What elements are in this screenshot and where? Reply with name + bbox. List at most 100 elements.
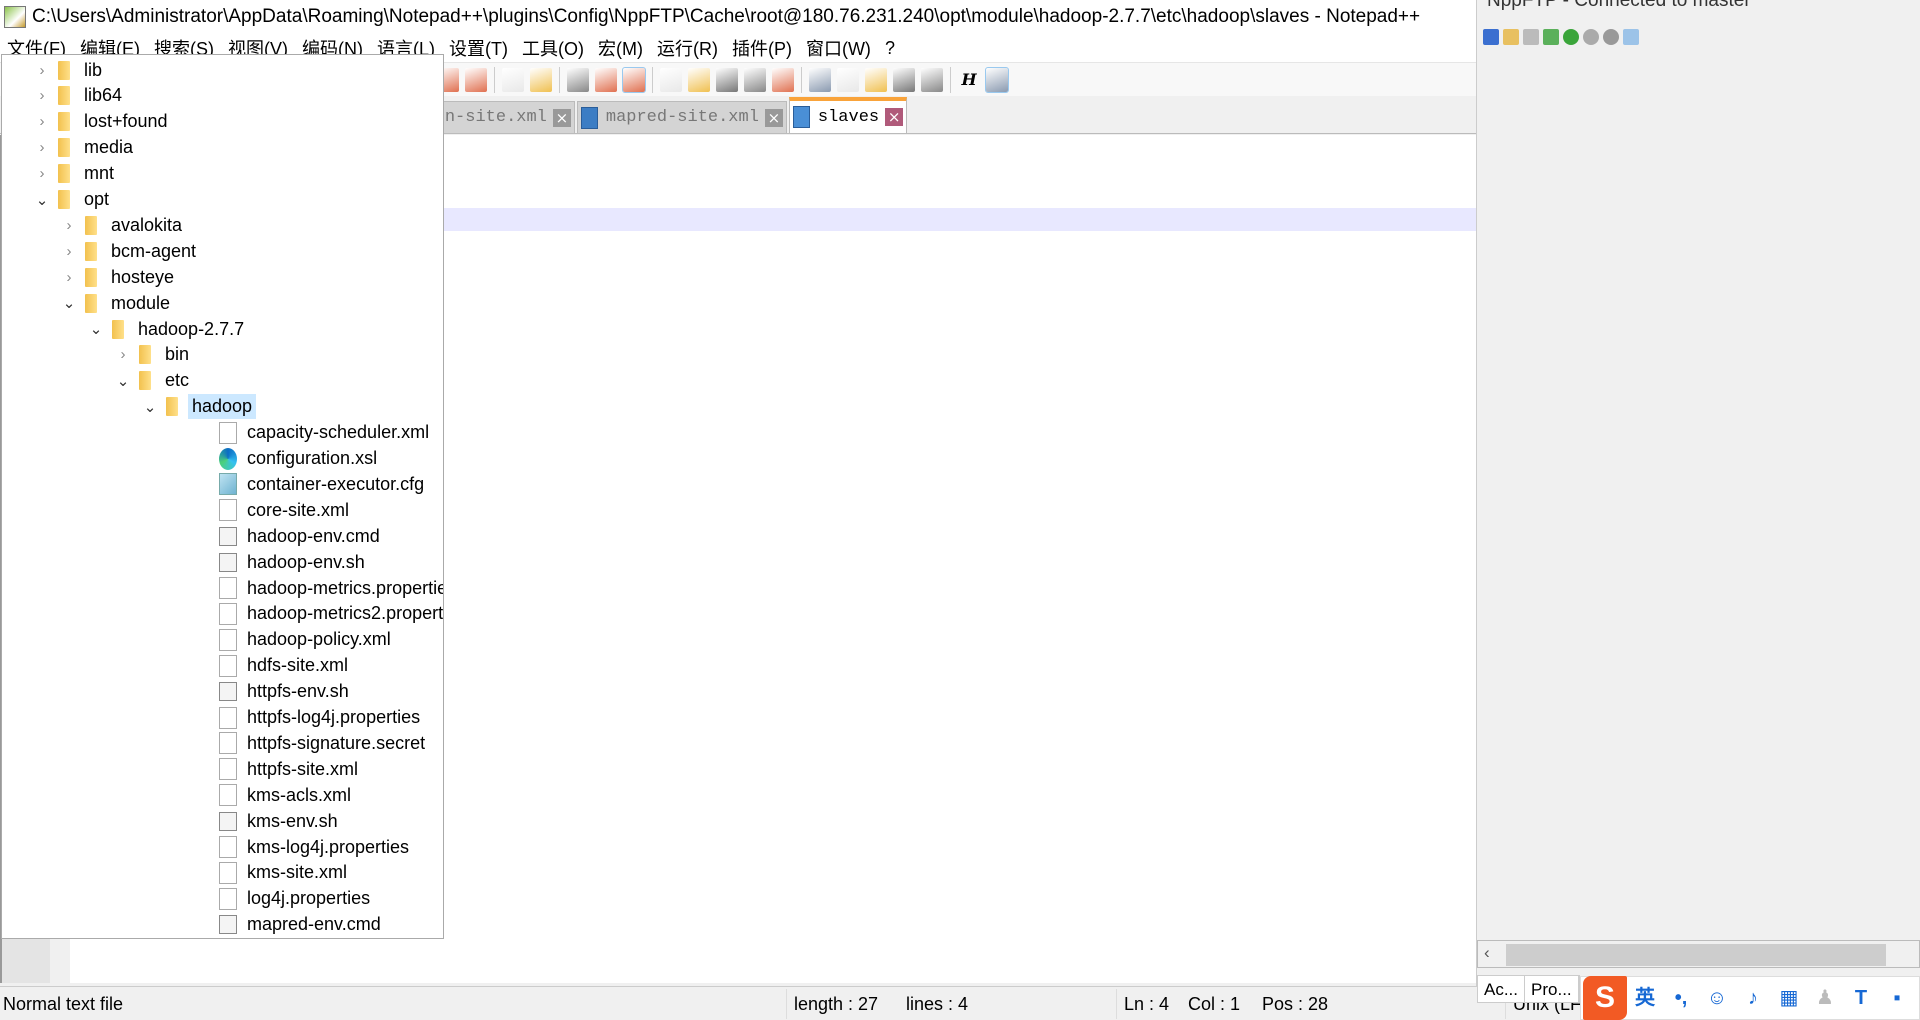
- run-macro-multiple-icon[interactable]: [893, 67, 915, 92]
- abort-icon[interactable]: [1583, 29, 1599, 45]
- tree-file[interactable]: httpfs-site.xml: [219, 756, 362, 782]
- tree-file[interactable]: hadoop-env.cmd: [219, 523, 384, 549]
- indent-guide-icon[interactable]: [622, 66, 646, 93]
- play-macro-icon[interactable]: [865, 67, 887, 92]
- tree-folder[interactable]: › mnt: [34, 161, 118, 187]
- chevron-down-icon[interactable]: ⌄: [34, 191, 50, 209]
- tree-folder[interactable]: › lost+found: [34, 109, 172, 135]
- scroll-left-icon[interactable]: ‹: [1484, 943, 1490, 963]
- chevron-right-icon[interactable]: ›: [34, 139, 50, 156]
- tree-file[interactable]: configuration.xsl: [219, 446, 381, 472]
- tree-file[interactable]: httpfs-signature.secret: [219, 730, 429, 756]
- refresh-icon[interactable]: [1563, 29, 1579, 45]
- menu-item[interactable]: 窗口(W): [799, 35, 878, 61]
- tree-folder[interactable]: › media: [34, 135, 137, 161]
- tree-file[interactable]: httpfs-log4j.properties: [219, 705, 424, 731]
- ime-language[interactable]: 英: [1634, 987, 1656, 1009]
- menu-item[interactable]: 工具(O): [515, 35, 591, 61]
- tab-slaves[interactable]: slaves ×: [788, 97, 908, 133]
- chevron-right-icon[interactable]: ›: [34, 113, 50, 130]
- toolbox-icon[interactable]: ▪: [1886, 987, 1908, 1009]
- folder-workspace-icon[interactable]: [716, 67, 738, 92]
- tree-folder[interactable]: ⌄ hadoop: [142, 394, 257, 420]
- tree-file[interactable]: httpfs-env.sh: [219, 679, 353, 705]
- tree-file[interactable]: hdfs-site.xml: [219, 653, 352, 679]
- menu-item[interactable]: 插件(P): [725, 35, 799, 61]
- user-icon[interactable]: ♟: [1814, 987, 1836, 1009]
- message-window-icon[interactable]: [1623, 29, 1639, 45]
- record-macro-icon[interactable]: [809, 67, 831, 92]
- tree-folder[interactable]: › lib: [34, 57, 106, 83]
- close-tab-icon[interactable]: ×: [764, 108, 783, 127]
- save-macro-icon[interactable]: [921, 67, 943, 92]
- tab-mapred-site-xml[interactable]: mapred-site.xml ×: [576, 101, 787, 133]
- chevron-right-icon[interactable]: ›: [61, 243, 77, 260]
- settings-icon[interactable]: [1603, 29, 1619, 45]
- skin-icon[interactable]: T: [1850, 987, 1872, 1009]
- tree-file[interactable]: capacity-scheduler.xml: [219, 420, 433, 446]
- ftp-file-tree[interactable]: › lib › lib64 › lost+found › media › mnt ⌄ opt › aval…: [1, 54, 444, 939]
- chevron-right-icon[interactable]: ›: [34, 87, 50, 104]
- chevron-right-icon[interactable]: ›: [61, 269, 77, 286]
- chevron-down-icon[interactable]: ⌄: [115, 372, 131, 390]
- menu-item[interactable]: 设置(T): [442, 35, 515, 61]
- tree-file[interactable]: hadoop-env.sh: [219, 549, 369, 575]
- chevron-down-icon[interactable]: ⌄: [142, 398, 158, 416]
- tree-file[interactable]: hadoop-metrics.properties: [219, 575, 443, 601]
- tree-file[interactable]: log4j.properties: [219, 886, 374, 912]
- menu-item[interactable]: 运行(R): [650, 35, 725, 61]
- open-directory-icon[interactable]: [1503, 29, 1519, 45]
- word-wrap-icon[interactable]: [567, 67, 589, 92]
- panel-tab-profiles[interactable]: Pro...: [1525, 976, 1579, 1002]
- function-list-icon[interactable]: [688, 67, 710, 92]
- chevron-down-icon[interactable]: ⌄: [61, 294, 77, 312]
- panel-tab-active[interactable]: Ac...: [1478, 976, 1526, 1002]
- chevron-right-icon[interactable]: ›: [115, 346, 131, 363]
- sync-horizontal-icon[interactable]: [530, 67, 552, 92]
- tree-folder[interactable]: ⌄ module: [61, 290, 174, 316]
- tree-file[interactable]: hadoop-policy.xml: [219, 627, 395, 653]
- tree-folder[interactable]: › bcm-agent: [61, 238, 200, 264]
- tree-file[interactable]: kms-site.xml: [219, 860, 351, 886]
- tree-folder[interactable]: › hosteye: [61, 264, 178, 290]
- h-icon[interactable]: H: [958, 68, 980, 92]
- document-map-icon[interactable]: [660, 67, 682, 92]
- stop-record-icon[interactable]: [837, 67, 859, 92]
- microphone-icon[interactable]: ♪: [1742, 987, 1764, 1009]
- show-all-chars-icon[interactable]: [595, 67, 617, 92]
- chevron-right-icon[interactable]: ›: [34, 165, 50, 182]
- chevron-down-icon[interactable]: ⌄: [88, 320, 104, 338]
- npp-ftp-icon[interactable]: [985, 66, 1009, 93]
- tree-horizontal-scrollbar[interactable]: ‹: [1477, 940, 1920, 968]
- tree-folder[interactable]: ⌄ opt: [34, 187, 113, 213]
- chevron-right-icon[interactable]: ›: [34, 62, 50, 79]
- keyboard-icon[interactable]: ▦: [1778, 987, 1800, 1009]
- tree-file[interactable]: hadoop-metrics2.properties: [219, 601, 443, 627]
- emoji-icon[interactable]: ☺: [1706, 987, 1728, 1009]
- menu-item[interactable]: ?: [878, 38, 902, 59]
- close-tab-icon[interactable]: ×: [885, 108, 904, 126]
- tree-folder[interactable]: ⌄ etc: [115, 368, 193, 394]
- chevron-right-icon[interactable]: ›: [61, 217, 77, 234]
- connect-icon[interactable]: [1483, 29, 1499, 45]
- tree-file[interactable]: kms-acls.xml: [219, 782, 355, 808]
- download-icon[interactable]: [1523, 29, 1539, 45]
- tree-file[interactable]: core-site.xml: [219, 497, 353, 523]
- sync-vertical-icon[interactable]: [502, 67, 524, 92]
- tree-file[interactable]: kms-log4j.properties: [219, 834, 413, 860]
- monitor-icon[interactable]: [744, 67, 766, 92]
- sogou-logo-icon[interactable]: S: [1583, 976, 1627, 1020]
- scrollbar-thumb[interactable]: [1506, 944, 1886, 966]
- eye-icon[interactable]: [772, 67, 794, 92]
- menu-item[interactable]: 宏(M): [591, 35, 650, 61]
- tree-file[interactable]: kms-env.sh: [219, 808, 342, 834]
- zoom-out-icon[interactable]: [465, 67, 487, 92]
- upload-icon[interactable]: [1543, 29, 1559, 45]
- tree-folder[interactable]: › lib64: [34, 83, 126, 109]
- close-tab-icon[interactable]: ×: [552, 108, 571, 127]
- tree-folder[interactable]: ⌄ hadoop-2.7.7: [88, 316, 248, 342]
- tree-file[interactable]: container-executor.cfg: [219, 471, 428, 497]
- tree-file[interactable]: mapred-env.cmd: [219, 912, 385, 938]
- ime-punctuation[interactable]: •,: [1670, 987, 1692, 1009]
- tree-folder[interactable]: › bin: [115, 342, 193, 368]
